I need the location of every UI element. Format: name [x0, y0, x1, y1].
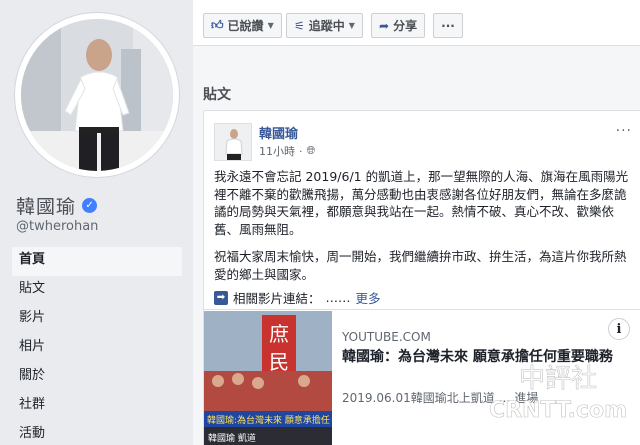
share-icon: ➦	[379, 18, 390, 33]
video-thumbnail[interactable]: 庶 民 韓國瑜:為台灣未來 願意承擔任 韓國瑜 凱道	[204, 311, 332, 445]
profile-picture[interactable]	[21, 19, 173, 171]
post-paragraph: 祝福大家周末愉快，周一開始，我們繼續拚市政、拚生活，為這片你我所熱愛的鄉土與國家…	[214, 249, 627, 282]
ellipsis: ……	[325, 290, 351, 305]
post-body: 我永遠不會忘記 2019/6/1 的凱道上，那一望無際的人海、旗海在風雨陽光裡不…	[214, 168, 634, 293]
thumb-text-2: 民	[269, 350, 289, 374]
page-action-bar: 👍︎ 已說讚 ▼ ⚟ 追蹤中 ▼ ➦ 分享 ···	[193, 0, 640, 46]
post-author-avatar[interactable]	[214, 123, 252, 161]
like-icon: 👍︎	[211, 18, 224, 32]
profile-photo-illustration	[21, 19, 173, 171]
related-video-line: ➡ 相關影片連結： …… 更多	[214, 288, 381, 307]
post-author-name[interactable]: 韓國瑜	[259, 123, 298, 142]
chevron-down-icon: ▼	[267, 21, 274, 30]
share-button[interactable]: ➦ 分享	[371, 13, 426, 38]
thumb-caption: 韓國瑜 凱道	[208, 432, 256, 444]
page-name-row: 韓國瑜 ✓	[16, 192, 98, 219]
link-source: YOUTUBE.COM	[342, 330, 431, 344]
chevron-down-icon: ▼	[348, 21, 355, 30]
page-handle[interactable]: @twherohan	[16, 219, 98, 234]
related-label: 相關影片連結：	[233, 291, 321, 306]
thumb-banner-text: 韓國瑜:為台灣未來 願意承擔任	[207, 414, 330, 426]
rss-follow-icon: ⚟	[294, 18, 305, 33]
link-title[interactable]: 韓國瑜：為台灣未來 願意承擔任何重要職務	[342, 348, 632, 367]
globe-icon: 🌐︎	[306, 144, 316, 157]
more-button[interactable]: ···	[433, 13, 463, 38]
see-more-link[interactable]: 更多	[356, 288, 381, 307]
left-sidebar: 韓國瑜 ✓ @twherohan 首頁 貼文 影片 相片 關於 社群 活動	[0, 0, 193, 445]
nav-item-about[interactable]: 關於	[12, 363, 182, 392]
avatar-illustration	[215, 124, 251, 160]
liked-label: 已說讚	[227, 19, 264, 33]
post-card: 韓國瑜 11小時 · 🌐︎ ··· 我永遠不會忘記 2019/6/1 的凱道上，…	[203, 110, 640, 445]
post-meta: 11小時 · 🌐︎	[259, 143, 316, 159]
share-label: 分享	[393, 19, 418, 33]
nav-item-community[interactable]: 社群	[12, 392, 182, 421]
nav-item-events[interactable]: 活動	[12, 421, 182, 445]
thumbnail-illustration: 庶 民 韓國瑜:為台灣未來 願意承擔任 韓國瑜 凱道	[204, 311, 332, 445]
nav-item-photos[interactable]: 相片	[12, 334, 182, 363]
thumb-text-1: 庶	[269, 322, 289, 346]
following-label: 追蹤中	[308, 19, 345, 33]
arrow-right-icon: ➡	[214, 290, 228, 305]
info-icon[interactable]: i	[608, 318, 630, 340]
liked-button[interactable]: 👍︎ 已說讚 ▼	[203, 13, 282, 38]
page-nav: 首頁 貼文 影片 相片 關於 社群 活動	[12, 247, 182, 445]
post-options-button[interactable]: ···	[616, 123, 632, 139]
nav-item-videos[interactable]: 影片	[12, 305, 182, 334]
profile-picture-frame[interactable]	[14, 12, 180, 178]
post-paragraph: 我永遠不會忘記 2019/6/1 的凱道上，那一望無際的人海、旗海在風雨陽光裡不…	[214, 169, 629, 237]
more-icon: ···	[441, 18, 455, 33]
link-description: 2019.06.01韓國瑜北上凱道 … 進場	[342, 391, 539, 405]
nav-item-home[interactable]: 首頁	[12, 247, 182, 276]
post-timestamp[interactable]: 11小時	[259, 143, 295, 159]
verified-check-icon: ✓	[82, 198, 98, 213]
main-column: 👍︎ 已說讚 ▼ ⚟ 追蹤中 ▼ ➦ 分享 ··· 貼文 韓國瑜 11小時 · …	[193, 0, 640, 445]
posts-section-title: 貼文	[203, 87, 231, 103]
following-button[interactable]: ⚟ 追蹤中 ▼	[286, 13, 363, 38]
link-preview[interactable]: 庶 民 韓國瑜:為台灣未來 願意承擔任 韓國瑜 凱道 YOUTUBE.COM 韓…	[204, 309, 640, 445]
page-name[interactable]: 韓國瑜	[16, 192, 76, 219]
nav-item-posts[interactable]: 貼文	[12, 276, 182, 305]
